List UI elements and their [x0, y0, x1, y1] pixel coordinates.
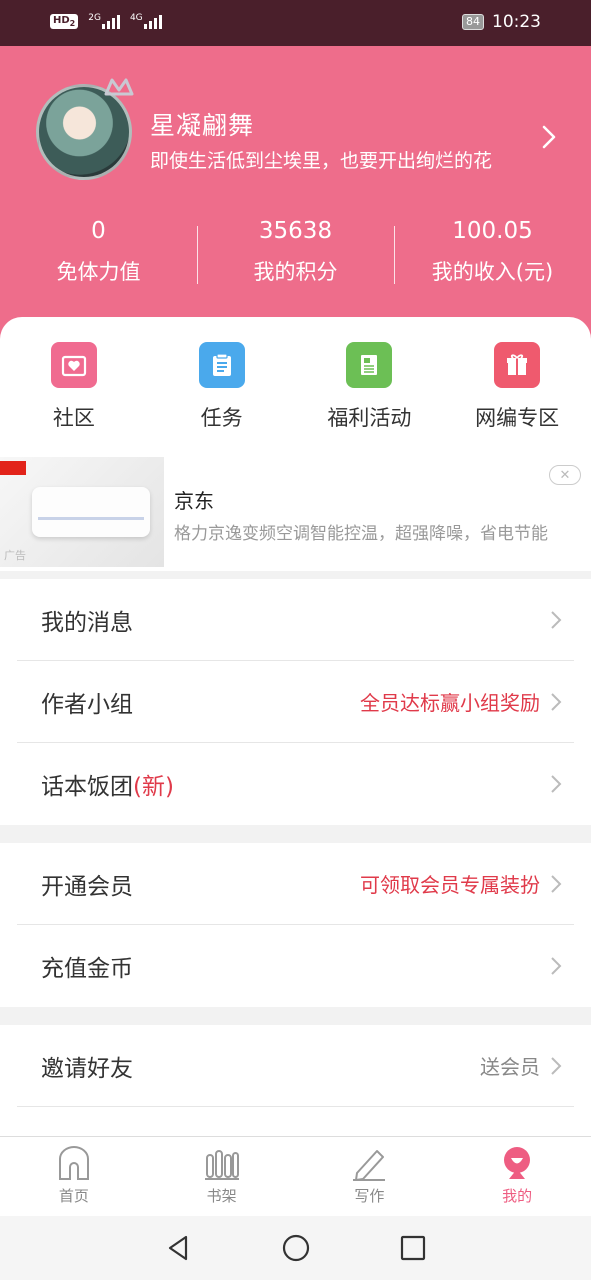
tab-label: 首页: [58, 1187, 89, 1205]
chevron-right-icon[interactable]: [541, 124, 557, 150]
stats-row: 0 免体力值 35638 我的积分 100.05 我的收入(元): [0, 218, 591, 286]
tab-write[interactable]: 写作: [296, 1137, 444, 1216]
crown-icon: [104, 78, 134, 96]
profile-icon: [504, 1147, 531, 1179]
signal-label-2g: 2G: [88, 13, 101, 23]
menu-item-recharge[interactable]: 充值金币: [17, 925, 574, 1007]
quick-action-label: 社区: [52, 406, 95, 430]
document-icon: [346, 342, 393, 388]
tab-label: 书架: [206, 1187, 237, 1205]
tab-home[interactable]: 首页: [0, 1137, 148, 1216]
hd-badge: HD2: [50, 13, 79, 29]
clipboard-icon: [198, 342, 245, 388]
quick-action-label: 网编专区: [475, 406, 560, 430]
menu-item-label: 作者小组: [41, 691, 133, 718]
ad-title: 京东: [174, 489, 214, 513]
chevron-right-icon: [551, 775, 562, 793]
chevron-right-icon: [551, 957, 562, 975]
recents-icon[interactable]: [398, 1233, 428, 1263]
close-icon[interactable]: ✕: [549, 465, 581, 485]
bottom-tab-bar: 首页 书架 写作 我的: [0, 1136, 591, 1216]
ad-label: 广告: [4, 549, 26, 562]
bookshelf-icon: [204, 1150, 239, 1180]
quick-actions: 社区 任务 福利活动 网编专区: [0, 317, 591, 457]
menu-item-label: 充值金币: [41, 956, 133, 982]
profile-header[interactable]: 星凝翩舞 即使生活低到尘埃里，也要开出绚烂的花 0 免体力值 35638 我的积…: [0, 46, 591, 346]
tab-me[interactable]: 我的: [443, 1137, 591, 1216]
jd-logo-icon: [0, 461, 26, 475]
signal-icon: [143, 13, 162, 29]
menu-group-1: 我的消息 作者小组 全员达标赢小组奖励 话本饭团(新): [0, 579, 591, 825]
chevron-right-icon: [551, 692, 562, 711]
stat-label: 我的收入(元): [431, 260, 554, 284]
quick-action-tasks[interactable]: 任务: [148, 317, 296, 457]
new-badge: (新): [133, 774, 174, 800]
menu-item-label: 开通会员: [41, 873, 133, 900]
back-icon[interactable]: [164, 1233, 194, 1263]
menu-item-label: 我的消息: [41, 609, 133, 636]
stat-income[interactable]: 100.05 我的收入(元): [394, 218, 591, 286]
quick-action-editor-zone[interactable]: 网编专区: [443, 317, 591, 457]
menu-item-messages[interactable]: 我的消息: [17, 579, 574, 661]
menu-item-hint: 送会员: [480, 1055, 540, 1079]
tab-label: 我的: [502, 1187, 533, 1205]
quick-action-community[interactable]: 社区: [0, 317, 148, 457]
menu-group-2: 开通会员 可领取会员专属装扮 充值金币: [0, 843, 591, 1007]
chevron-right-icon: [551, 610, 562, 629]
stat-stamina[interactable]: 0 免体力值: [0, 218, 197, 286]
battery-icon: 84: [462, 14, 484, 30]
signal-icon: [101, 13, 120, 29]
menu-item-huaben-fantuan[interactable]: 话本饭团(新): [17, 743, 574, 825]
clock: 10:23: [492, 12, 541, 32]
quick-action-welfare[interactable]: 福利活动: [296, 317, 444, 457]
pencil-icon: [353, 1150, 386, 1181]
status-right: 84 10:23: [462, 12, 541, 32]
stat-value: 35638: [258, 218, 333, 244]
home-icon: [58, 1146, 89, 1180]
stat-points[interactable]: 35638 我的积分: [197, 218, 394, 286]
system-nav-bar: [0, 1216, 591, 1280]
ad-description: 格力京逸变频空调智能控温，超强降噪，省电节能: [174, 524, 548, 544]
signal-label-4g: 4G: [129, 13, 143, 23]
status-left: HD2 2G 4G: [50, 13, 162, 29]
user-signature: 即使生活低到尘埃里，也要开出绚烂的花: [150, 150, 493, 172]
menu-item-hint: 可领取会员专属装扮: [360, 873, 540, 897]
user-name: 星凝翩舞: [150, 111, 255, 140]
stat-value: 0: [91, 218, 106, 244]
ad-image[interactable]: 广告: [0, 457, 164, 567]
home-circle-icon[interactable]: [281, 1233, 311, 1263]
chevron-right-icon: [551, 1056, 562, 1075]
menu-item-label: 邀请好友: [41, 1055, 133, 1082]
menu-item-membership[interactable]: 开通会员 可领取会员专属装扮: [17, 843, 574, 925]
stat-label: 免体力值: [56, 260, 141, 284]
chevron-right-icon: [551, 874, 562, 893]
stat-value: 100.05: [452, 218, 533, 244]
tab-label: 写作: [354, 1187, 385, 1205]
air-conditioner-image: [32, 487, 150, 537]
quick-action-label: 福利活动: [327, 406, 412, 430]
menu-item-invite-friends[interactable]: 邀请好友 送会员: [17, 1025, 574, 1107]
menu-item-label: 话本饭团(新): [41, 774, 174, 800]
ad-banner[interactable]: 广告 京东 格力京逸变频空调智能控温，超强降噪，省电节能 ✕: [0, 457, 591, 571]
heart-box-icon: [50, 342, 97, 388]
quick-action-label: 任务: [200, 406, 243, 430]
stat-label: 我的积分: [253, 260, 338, 284]
menu-item-hint: 全员达标赢小组奖励: [360, 691, 540, 715]
status-bar: HD2 2G 4G 84 10:23: [0, 0, 591, 46]
menu-item-author-group[interactable]: 作者小组 全员达标赢小组奖励: [17, 661, 574, 743]
gift-icon: [494, 342, 541, 388]
tab-bookshelf[interactable]: 书架: [148, 1137, 296, 1216]
menu-group-3: 邀请好友 送会员: [0, 1025, 591, 1136]
